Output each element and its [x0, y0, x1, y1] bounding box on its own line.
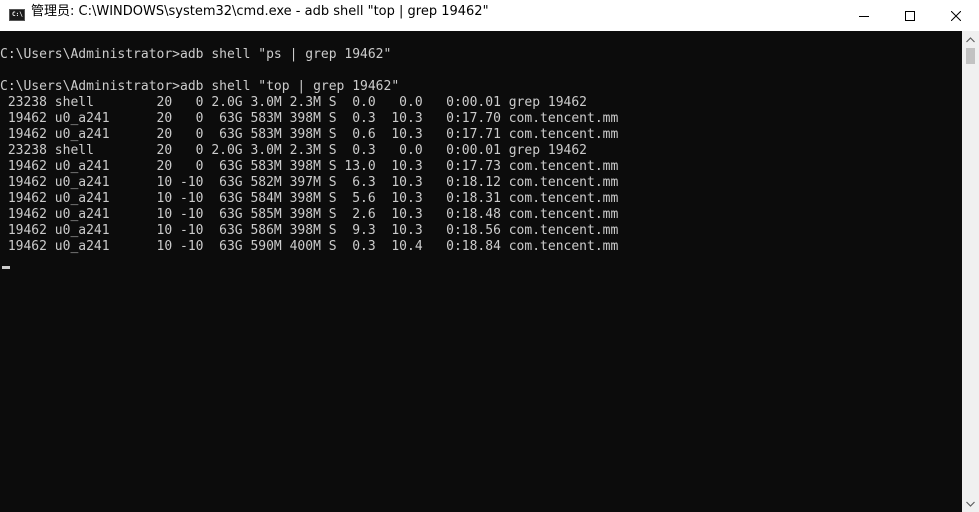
maximize-icon [905, 10, 915, 21]
output-row: 19462 u0_a241 20 0 63G 583M 398M S 0.6 1… [0, 127, 619, 142]
minimize-button[interactable] [841, 0, 887, 31]
cmd-window: C:\ 管理员: C:\WINDOWS\system32\cmd.exe - a… [0, 0, 979, 512]
text-cursor [2, 266, 10, 269]
output-row: 19462 u0_a241 10 -10 63G 582M 397M S 6.3… [0, 175, 619, 190]
command-line-top: C:\Users\Administrator>adb shell "top | … [0, 79, 400, 94]
output-row: 19462 u0_a241 10 -10 63G 590M 400M S 0.3… [0, 239, 619, 254]
output-row: 19462 u0_a241 10 -10 63G 584M 398M S 5.6… [0, 191, 619, 206]
title-bar[interactable]: C:\ 管理员: C:\WINDOWS\system32\cmd.exe - a… [0, 0, 979, 31]
output-row: 19462 u0_a241 20 0 63G 583M 398M S 0.3 1… [0, 111, 619, 126]
scroll-up-button[interactable] [962, 31, 979, 48]
close-button[interactable] [933, 0, 979, 31]
minimize-icon [859, 15, 869, 17]
window-title: 管理员: C:\WINDOWS\system32\cmd.exe - adb s… [31, 4, 489, 19]
output-row: 19462 u0_a241 10 -10 63G 586M 398M S 9.3… [0, 223, 619, 238]
scroll-down-button[interactable] [962, 495, 979, 512]
console-area[interactable]: C:\Users\Administrator>adb shell "ps | g… [0, 31, 962, 512]
cmd-app-icon[interactable]: C:\ [9, 9, 25, 21]
cmd-icon-label: C:\ [12, 11, 23, 18]
scroll-thumb[interactable] [966, 48, 975, 64]
vertical-scrollbar[interactable] [962, 31, 979, 512]
scroll-down-arrow-icon [966, 501, 975, 507]
command-line-ps: C:\Users\Administrator>adb shell "ps | g… [0, 47, 392, 62]
output-row: 19462 u0_a241 20 0 63G 583M 398M S 13.0 … [0, 159, 619, 174]
output-row: 23238 shell 20 0 2.0G 3.0M 2.3M S 0.3 0.… [0, 143, 587, 158]
scroll-up-arrow-icon [966, 36, 975, 42]
maximize-button[interactable] [887, 0, 933, 31]
output-row: 23238 shell 20 0 2.0G 3.0M 2.3M S 0.0 0.… [0, 95, 587, 110]
output-row: 19462 u0_a241 10 -10 63G 585M 398M S 2.6… [0, 207, 619, 222]
close-icon [951, 10, 961, 21]
